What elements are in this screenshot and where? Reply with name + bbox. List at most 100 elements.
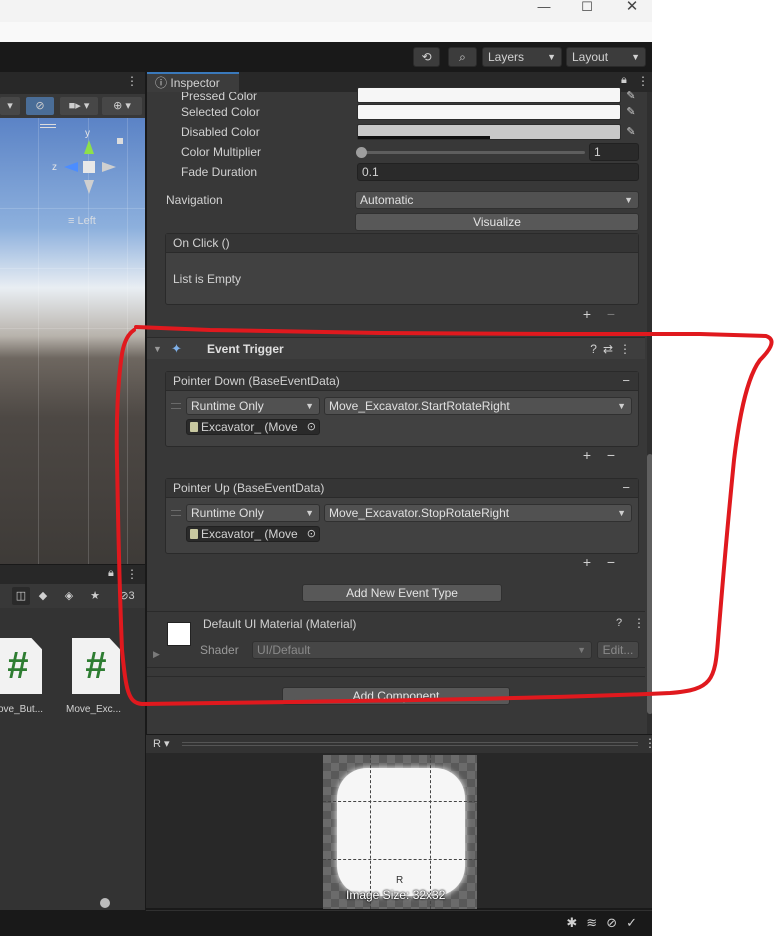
chevron-down-icon: ▼ bbox=[577, 645, 586, 655]
lock-icon[interactable]: 🔒︎ bbox=[108, 567, 114, 580]
visualize-button[interactable]: Visualize bbox=[355, 213, 639, 231]
add-listener-button[interactable]: + bbox=[575, 446, 599, 464]
color-multiplier-input[interactable]: 1 bbox=[589, 143, 639, 161]
performance-icon[interactable]: ⊘ bbox=[606, 915, 626, 930]
filter-type-icon[interactable]: ◆ bbox=[34, 587, 52, 605]
edit-shader-button[interactable]: Edit... bbox=[597, 641, 639, 659]
remove-event-button[interactable]: − bbox=[622, 372, 630, 390]
close-button[interactable]: ✕ bbox=[612, 0, 652, 22]
filter-label-icon[interactable]: ◈ bbox=[60, 587, 78, 605]
kebab-menu-icon[interactable]: ⋮ bbox=[126, 567, 138, 581]
event-trigger-title: Event Trigger bbox=[207, 342, 284, 356]
selected-color-field[interactable] bbox=[357, 104, 621, 120]
sprite-letter: R bbox=[396, 875, 404, 886]
runtime-mode-dropdown[interactable]: Runtime Only ▼ bbox=[186, 504, 320, 522]
shader-dropdown[interactable]: UI/Default ▼ bbox=[252, 641, 592, 659]
tab-inspector[interactable]: ⓘ Inspector bbox=[147, 72, 239, 92]
hidden-packages-toggle[interactable]: ⊘3 bbox=[110, 587, 144, 605]
layers-dropdown[interactable]: Layers ▼ bbox=[482, 47, 562, 67]
eyedropper-icon[interactable]: ✎ bbox=[623, 88, 639, 104]
asset-zoom-handle[interactable] bbox=[100, 898, 110, 908]
window-title-bar: — ☐ ✕ bbox=[0, 0, 652, 22]
foldout-arrow-icon[interactable]: ▼ bbox=[153, 338, 162, 360]
chevron-down-icon: ▼ bbox=[624, 195, 633, 205]
orientation-gizmo-icon[interactable] bbox=[60, 138, 120, 198]
add-listener-button[interactable]: + bbox=[575, 305, 599, 323]
drag-handle-icon[interactable] bbox=[40, 124, 56, 128]
add-listener-button[interactable]: + bbox=[575, 553, 599, 571]
visibility-toggle[interactable]: ⊘ bbox=[26, 97, 54, 115]
kebab-menu-icon[interactable]: ⋮ bbox=[126, 74, 138, 88]
color-multiplier-slider[interactable] bbox=[361, 151, 585, 154]
gizmos-dropdown[interactable]: ⊕ ▾ bbox=[102, 97, 142, 115]
help-icon[interactable]: ? bbox=[590, 342, 603, 356]
favorite-star-icon[interactable]: ★ bbox=[86, 587, 104, 605]
event-trigger-header[interactable]: ▼ ✦ Event Trigger ?⇄⋮ bbox=[147, 337, 645, 359]
camera-dropdown[interactable]: ■▸ ▾ bbox=[60, 97, 98, 115]
view-orientation-label: ≡ Left bbox=[68, 215, 96, 227]
hidden-count: 3 bbox=[128, 590, 135, 602]
preview-drag-bar[interactable] bbox=[182, 742, 638, 746]
material-swatch[interactable] bbox=[167, 622, 191, 646]
bug-icon[interactable]: ✱ bbox=[566, 915, 586, 930]
maximize-button[interactable]: ☐ bbox=[567, 0, 607, 22]
cache-icon[interactable]: ≋ bbox=[586, 915, 606, 930]
target-object-field[interactable]: Excavator_ (Move ⊙ bbox=[186, 526, 320, 542]
slice-guide bbox=[430, 755, 431, 909]
search-button[interactable]: ⌕ bbox=[448, 47, 477, 67]
scrollbar-thumb[interactable] bbox=[647, 454, 652, 714]
drag-handle-icon[interactable] bbox=[171, 403, 181, 409]
search-icon: ⌕ bbox=[459, 50, 466, 64]
disabled-color-field[interactable] bbox=[357, 124, 621, 140]
remove-listener-button[interactable]: − bbox=[599, 305, 623, 323]
disabled-color-label: Disabled Color bbox=[181, 125, 260, 139]
scene-panel: ⋮ ▾ ⊘ ■▸ ▾ ⊕ ▾ y z ≡ Left bbox=[0, 72, 145, 592]
remove-listener-button[interactable]: − bbox=[599, 446, 623, 464]
kebab-menu-icon[interactable]: ⋮ bbox=[644, 736, 652, 750]
scene-viewport[interactable]: y z ≡ Left bbox=[0, 118, 145, 592]
object-picker-icon[interactable]: ⊙ bbox=[307, 527, 316, 541]
preview-channel-dropdown[interactable]: R ▾ bbox=[153, 735, 170, 753]
fade-duration-input[interactable]: 0.1 bbox=[357, 163, 639, 181]
remove-event-button[interactable]: − bbox=[622, 479, 630, 497]
navigation-dropdown[interactable]: Automatic ▼ bbox=[355, 191, 639, 209]
function-dropdown[interactable]: Move_Excavator.StopRotateRight ▼ bbox=[324, 504, 632, 522]
color-multiplier-handle[interactable] bbox=[356, 147, 367, 158]
function-dropdown[interactable]: Move_Excavator.StartRotateRight ▼ bbox=[324, 397, 632, 415]
project-panel: 🔒︎ ⋮ ◫ ◆ ◈ ★ ⊘3 # ove_But... # Move_Exc.… bbox=[0, 564, 145, 914]
create-button[interactable]: ◫ bbox=[12, 587, 30, 605]
asset-label: ove_But... bbox=[0, 704, 44, 715]
foldout-arrow-icon[interactable]: ▶ bbox=[153, 649, 160, 660]
history-button[interactable]: ⟲ bbox=[413, 47, 440, 67]
checkmark-icon[interactable]: ✓ bbox=[626, 915, 646, 930]
camera-icon: ■▸ ▾ bbox=[68, 100, 90, 112]
target-object-value: Excavator_ (Move bbox=[201, 527, 298, 541]
minimize-button[interactable]: — bbox=[524, 0, 564, 22]
runtime-mode-dropdown[interactable]: Runtime Only ▼ bbox=[186, 397, 320, 415]
runtime-mode-value: Runtime Only bbox=[191, 506, 264, 520]
alpha-bar bbox=[358, 136, 490, 139]
presets-icon[interactable]: ⇄ bbox=[603, 342, 619, 356]
component-divider bbox=[147, 667, 645, 668]
pressed-color-field[interactable] bbox=[357, 87, 621, 103]
selected-color-label: Selected Color bbox=[181, 105, 260, 119]
eyedropper-icon[interactable]: ✎ bbox=[623, 104, 639, 120]
scene-tool-dropdown[interactable]: ▾ bbox=[0, 97, 20, 115]
lock-icon[interactable]: 🔒︎ bbox=[621, 74, 627, 87]
help-icon[interactable]: ? bbox=[616, 617, 622, 629]
kebab-menu-icon[interactable]: ⋮ bbox=[637, 74, 649, 88]
history-icon: ⟲ bbox=[421, 50, 432, 64]
csharp-script-icon[interactable]: # bbox=[0, 638, 42, 694]
eyedropper-icon[interactable]: ✎ bbox=[623, 124, 639, 140]
csharp-script-icon[interactable]: # bbox=[72, 638, 120, 694]
kebab-menu-icon[interactable]: ⋮ bbox=[633, 616, 645, 630]
layout-dropdown[interactable]: Layout ▼ bbox=[566, 47, 646, 67]
target-object-field[interactable]: Excavator_ (Move ⊙ bbox=[186, 419, 320, 435]
kebab-menu-icon[interactable]: ⋮ bbox=[619, 342, 637, 356]
add-new-event-type-button[interactable]: Add New Event Type bbox=[302, 584, 502, 602]
object-picker-icon[interactable]: ⊙ bbox=[307, 420, 316, 434]
add-component-button[interactable]: Add Component bbox=[282, 687, 510, 705]
drag-handle-icon[interactable] bbox=[171, 510, 181, 516]
remove-listener-button[interactable]: − bbox=[599, 553, 623, 571]
component-divider bbox=[147, 611, 645, 612]
